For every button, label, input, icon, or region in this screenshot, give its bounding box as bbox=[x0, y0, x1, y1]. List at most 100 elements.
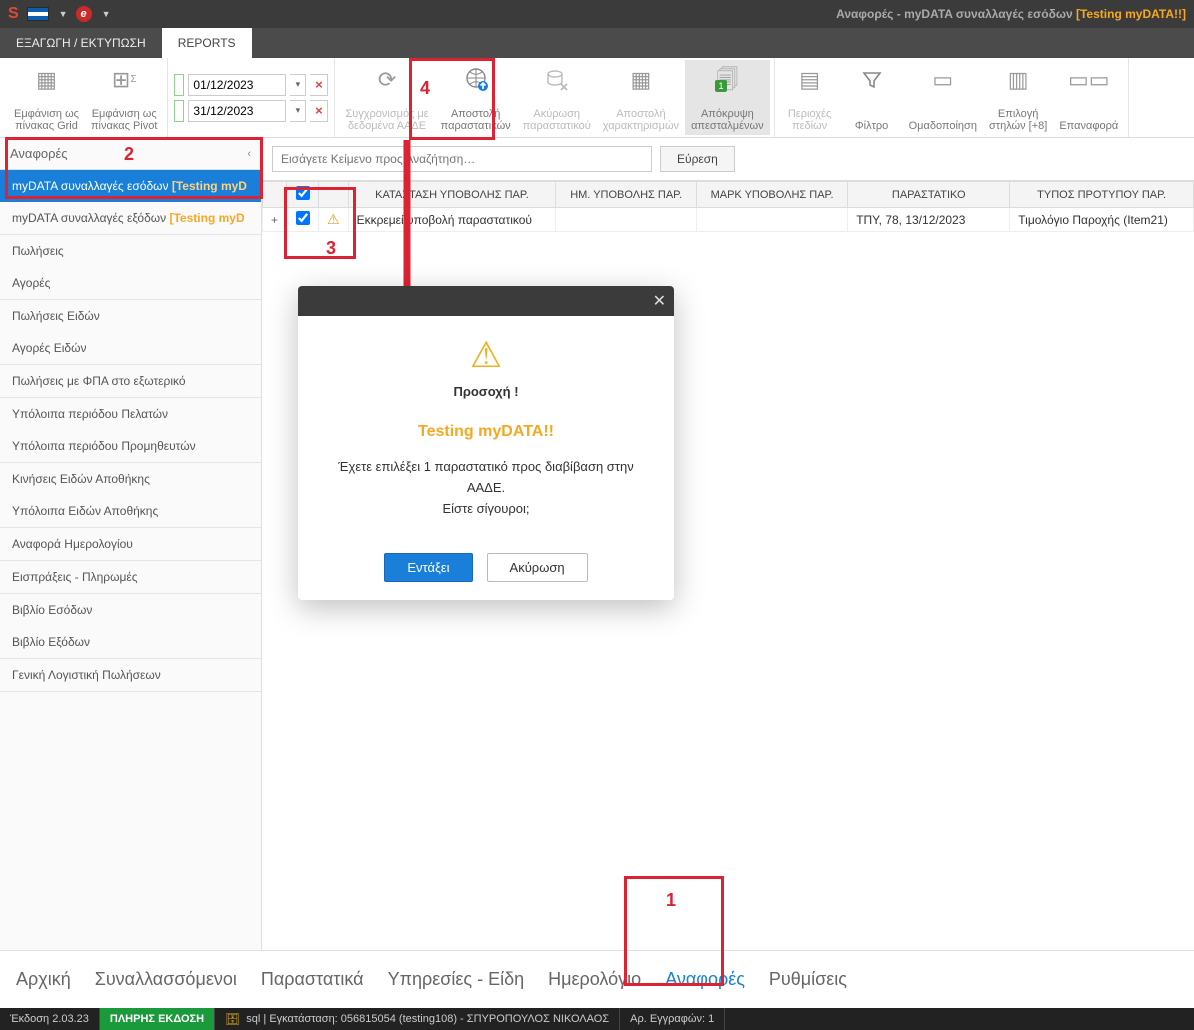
sidebar-item-receipts-payments[interactable]: Εισπράξεις - Πληρωμές bbox=[0, 561, 261, 593]
column-chooser-button[interactable]: ▥ Επιλογή στηλών [+8] bbox=[983, 60, 1053, 135]
date-from-clear-icon[interactable]: × bbox=[310, 74, 328, 96]
search-button[interactable]: Εύρεση bbox=[660, 146, 735, 172]
field-areas-button[interactable]: ▤ Περιοχές πεδίων bbox=[779, 60, 841, 135]
sidebar-item-income-book[interactable]: Βιβλίο Εσόδων bbox=[0, 594, 261, 626]
dialog-message: Έχετε επιλέξει 1 παραστατικό προς διαβίβ… bbox=[318, 457, 654, 519]
sidebar-item-customer-balances[interactable]: Υπόλοιπα περιόδου Πελατών bbox=[0, 398, 261, 430]
search-bar: Εύρεση bbox=[262, 138, 1194, 180]
filter-button[interactable]: Φίλτρο bbox=[841, 60, 903, 135]
reports-sidebar: Αναφορές ‹ myDATA συναλλαγές εσόδων [Tes… bbox=[0, 138, 262, 950]
dialog-title: Προσοχή ! bbox=[318, 384, 654, 399]
select-all-checkbox[interactable] bbox=[296, 186, 310, 200]
dialog-titlebar: ✕ bbox=[298, 286, 674, 316]
confirm-dialog: ✕ ⚠ Προσοχή ! Testing myDATA!! Έχετε επι… bbox=[298, 286, 674, 600]
flag-dropdown-icon[interactable]: ▼ bbox=[59, 9, 68, 19]
app-logo: S bbox=[8, 5, 19, 23]
column-submission-date[interactable]: ΗΜ. ΥΠΟΒΟΛΗΣ ΠΑΡ. bbox=[556, 182, 696, 208]
sidebar-item-item-purchases[interactable]: Αγορές Ειδών bbox=[0, 332, 261, 364]
sidebar-item-sales[interactable]: Πωλήσεις bbox=[0, 235, 261, 267]
status-bar: Έκδοση 2.03.23 ΠΛΗΡΗΣ ΕΚΔΟΣΗ 🗄 sql | Εγκ… bbox=[0, 1008, 1194, 1030]
cell-submission-date bbox=[556, 208, 696, 232]
ok-button[interactable]: Εντάξει bbox=[384, 553, 472, 582]
pivot-icon: ⊞Σ bbox=[112, 64, 137, 96]
date-from-input[interactable] bbox=[188, 74, 286, 96]
reset-button[interactable]: ▭▭ Επαναφορά bbox=[1053, 60, 1124, 135]
cancel-button[interactable]: Ακύρωση bbox=[487, 553, 588, 582]
table-row[interactable]: + ⚠ Εκκρεμεί υποβολή παραστατικού ΤΠΥ, 7… bbox=[263, 208, 1194, 232]
sidebar-item-journal-report[interactable]: Αναφορά Ημερολογίου bbox=[0, 528, 261, 560]
date-range-group: ▾ × ▾ × bbox=[168, 58, 335, 137]
date-from-dropdown-icon[interactable]: ▾ bbox=[290, 74, 306, 96]
sync-aade-button[interactable]: ⟳ Συγχρονισμός με δεδομένα ΑΑΔΕ bbox=[339, 60, 434, 135]
hide-sent-button[interactable]: 🗐 1 Απόκρυψη απεσταλμένων bbox=[685, 60, 770, 135]
globe-upload-icon bbox=[462, 64, 490, 96]
checkbox-column-header[interactable] bbox=[287, 182, 319, 208]
nav-calendar[interactable]: Ημερολόγιο bbox=[548, 969, 641, 990]
bottom-nav: Αρχική Συναλλασσόμενοι Παραστατικά Υπηρε… bbox=[0, 950, 1194, 1008]
database-icon: 🗄 bbox=[225, 1012, 240, 1026]
nav-settings[interactable]: Ρυθμίσεις bbox=[769, 969, 847, 990]
expand-column-header bbox=[263, 182, 287, 208]
app-badge-icon[interactable]: e bbox=[76, 6, 92, 22]
sidebar-item-mydata-income[interactable]: myDATA συναλλαγές εσόδων [Testing myD bbox=[0, 170, 261, 202]
send-documents-button[interactable]: Αποστολή παραστατικών bbox=[435, 60, 517, 135]
date-from-control[interactable]: ▾ × bbox=[174, 74, 328, 96]
tab-export-print[interactable]: ΕΞΑΓΩΓΗ / ΕΚΤΥΠΩΣΗ bbox=[0, 28, 162, 58]
group-icon: ▭ bbox=[932, 64, 953, 96]
column-document[interactable]: ΠΑΡΑΣΤΑΤΙΚΟ bbox=[848, 182, 1010, 208]
window-title: Αναφορές - myDATA συναλλαγές εσόδων [Tes… bbox=[836, 7, 1186, 21]
nav-services-items[interactable]: Υπηρεσίες - Είδη bbox=[388, 969, 525, 990]
nav-home[interactable]: Αρχική bbox=[16, 969, 71, 990]
row-checkbox[interactable] bbox=[296, 211, 310, 225]
sidebar-item-stock-movements[interactable]: Κινήσεις Ειδών Αποθήκης bbox=[0, 463, 261, 495]
column-mark[interactable]: ΜΑΡΚ ΥΠΟΒΟΛΗΣ ΠΑΡ. bbox=[696, 182, 847, 208]
dialog-tagline: Testing myDATA!! bbox=[318, 423, 654, 441]
nav-documents[interactable]: Παραστατικά bbox=[261, 969, 364, 990]
warning-triangle-icon: ⚠ bbox=[318, 334, 654, 376]
search-input[interactable] bbox=[272, 146, 652, 172]
pivot-view-button[interactable]: ⊞Σ Εμφάνιση ως πίνακας Pivot bbox=[85, 60, 163, 135]
expand-row-icon[interactable]: + bbox=[263, 208, 287, 232]
date-to-clear-icon[interactable]: × bbox=[310, 100, 328, 122]
sidebar-header[interactable]: Αναφορές ‹ bbox=[0, 138, 261, 170]
flag-icon[interactable] bbox=[27, 7, 49, 21]
date-to-control[interactable]: ▾ × bbox=[174, 100, 328, 122]
date-from-indicator bbox=[174, 74, 184, 96]
sidebar-item-mydata-expenses[interactable]: myDATA συναλλαγές εξόδων [Testing myD bbox=[0, 202, 261, 234]
sidebar-item-stock-balances[interactable]: Υπόλοιπα Ειδών Αποθήκης bbox=[0, 495, 261, 527]
sync-icon: ⟳ bbox=[378, 64, 396, 96]
sidebar-item-supplier-balances[interactable]: Υπόλοιπα περιόδου Προμηθευτών bbox=[0, 430, 261, 462]
column-template-type[interactable]: ΤΥΠΟΣ ΠΡΟΤΥΠΟΥ ΠΑΡ. bbox=[1010, 182, 1194, 208]
nav-reports[interactable]: Αναφορές bbox=[665, 969, 745, 990]
reset-icon: ▭▭ bbox=[1068, 64, 1110, 96]
count-badge: 1 bbox=[715, 80, 727, 92]
badge-dropdown-icon[interactable]: ▼ bbox=[102, 9, 111, 19]
cancel-document-button[interactable]: Ακύρωση παραστατικού bbox=[517, 60, 597, 135]
sidebar-item-expense-book[interactable]: Βιβλίο Εξόδων bbox=[0, 626, 261, 658]
sidebar-item-general-ledger-sales[interactable]: Γενική Λογιστική Πωλήσεων bbox=[0, 659, 261, 691]
group-button[interactable]: ▭ Ομαδοποίηση bbox=[903, 60, 983, 135]
warning-icon: ⚠ bbox=[327, 211, 340, 227]
nav-contacts[interactable]: Συναλλασσόμενοι bbox=[95, 969, 237, 990]
sidebar-item-purchases[interactable]: Αγορές bbox=[0, 267, 261, 299]
tab-reports[interactable]: REPORTS bbox=[162, 28, 252, 58]
column-status[interactable]: ΚΑΤΑΣΤΑΣΗ ΥΠΟΒΟΛΗΣ ΠΑΡ. bbox=[348, 182, 556, 208]
grid-view-button[interactable]: ▦ Εμφάνιση ως πίνακας Grid bbox=[8, 60, 85, 135]
close-icon[interactable]: ✕ bbox=[653, 291, 666, 311]
date-to-dropdown-icon[interactable]: ▾ bbox=[290, 100, 306, 122]
title-bar: S ▼ e ▼ Αναφορές - myDATA συναλλαγές εσόδ… bbox=[0, 0, 1194, 28]
date-to-input[interactable] bbox=[188, 100, 286, 122]
chevron-left-icon[interactable]: ‹ bbox=[247, 148, 251, 160]
sidebar-item-item-sales[interactable]: Πωλήσεις Ειδών bbox=[0, 300, 261, 332]
grid-icon: ▦ bbox=[36, 64, 57, 96]
cell-status: Εκκρεμεί υποβολή παραστατικού bbox=[348, 208, 556, 232]
funnel-icon bbox=[861, 64, 883, 96]
db-cancel-icon bbox=[545, 64, 569, 96]
ribbon-tabs: ΕΞΑΓΩΓΗ / ΕΚΤΥΠΩΣΗ REPORTS bbox=[0, 28, 1194, 58]
cell-mark bbox=[696, 208, 847, 232]
send-characterizations-button[interactable]: ▦ Αποστολή χαρακτηρισμών bbox=[597, 60, 685, 135]
ribbon: ▦ Εμφάνιση ως πίνακας Grid ⊞Σ Εμφάνιση ω… bbox=[0, 58, 1194, 138]
sidebar-item-vat-abroad[interactable]: Πωλήσεις με ΦΠΑ στο εξωτερικό bbox=[0, 365, 261, 397]
grid-send-icon: ▦ bbox=[630, 64, 651, 96]
status-database: 🗄 sql | Εγκατάσταση: 056815054 (testing1… bbox=[215, 1008, 620, 1030]
